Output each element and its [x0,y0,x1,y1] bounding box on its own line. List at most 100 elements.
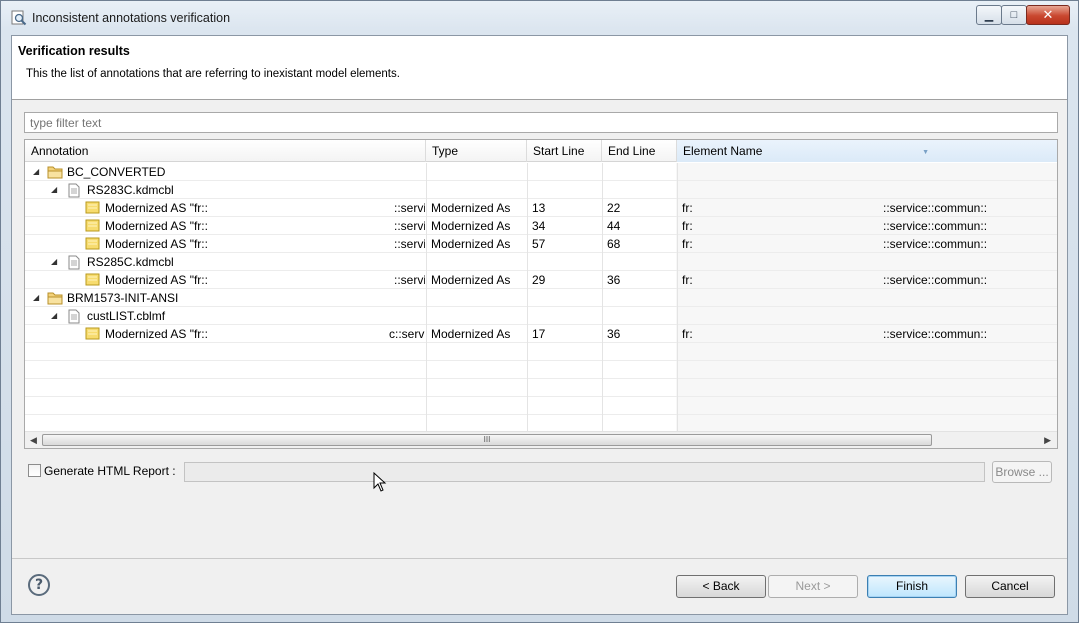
close-button[interactable]: ✕ [1026,5,1070,25]
back-button[interactable]: < Back [676,575,766,598]
type-cell: Modernized As [431,219,511,233]
table-row[interactable]: Modernized AS "fr:: c::servi Modernized As… [25,325,1057,343]
end-line-cell: 22 [607,201,621,215]
dialog-header: Verification results This the list of an… [12,36,1067,100]
file-icon [67,183,81,199]
end-line-cell: 36 [607,327,621,341]
generate-report-checkbox[interactable] [28,464,41,477]
finish-button[interactable]: Finish [867,575,957,598]
annotation-cell: ◢ RS283C.kdmcbl [25,181,425,199]
empty-row [25,343,1057,361]
search-icon [11,10,27,26]
minimize-button[interactable]: ▁ [976,5,1002,25]
folder-icon [47,165,63,181]
column-header-element-name[interactable]: Element Name ▼ [677,140,1057,162]
scroll-grip-icon: III [483,435,491,444]
element-name-tail: ::service::commun:: [883,273,988,287]
annotation-cell: Modernized AS "fr::::servi [25,199,425,217]
table-row[interactable]: ◢ BC_CONVERTED [25,163,1057,181]
table-row[interactable]: Modernized AS "fr::::servi Modernized As 3… [25,217,1057,235]
expand-toggle-icon[interactable]: ◢ [51,253,57,271]
element-name-cell: fr: [682,237,693,251]
table-row[interactable]: Modernized AS "fr::::servi Modernized As 2… [25,271,1057,289]
annotation-icon [85,219,100,235]
element-name-tail: ::service::commun:: [883,237,988,251]
end-line-cell: 44 [607,219,621,233]
annotation-cell: Modernized AS "fr::::servi [25,217,425,235]
empty-row [25,379,1057,397]
start-line-cell: 57 [532,237,546,251]
annotation-label: BRM1573-INIT-ANSI [67,291,179,305]
column-header-start-line[interactable]: Start Line [527,140,602,162]
column-header-annotation[interactable]: Annotation [25,140,426,162]
start-line-cell: 34 [532,219,546,233]
annotation-cell: ◢ BC_CONVERTED [25,163,425,181]
annotation-icon [85,327,100,343]
report-row: Generate HTML Report : Browse ... [28,460,1058,483]
cancel-button[interactable]: Cancel [965,575,1055,598]
filter-input[interactable] [24,112,1058,133]
next-button: Next > [768,575,858,598]
annotation-cell: ◢ custLIST.cblmf [25,307,425,325]
annotation-label: Modernized AS "fr:: [105,237,208,251]
annotation-icon [85,237,100,253]
annotation-tail: ::servi [394,273,425,287]
expand-toggle-icon[interactable]: ◢ [51,181,57,199]
dialog-body: Verification results This the list of an… [11,35,1068,615]
annotation-cell: Modernized AS "fr:: c::servi [25,325,425,343]
start-line-cell: 13 [532,201,546,215]
maximize-icon: □ [1010,9,1018,21]
annotation-tail: ::servi [394,237,425,251]
annotation-label: Modernized AS "fr:: [105,273,208,287]
table-row[interactable]: ◢ custLIST.cblmf [25,307,1057,325]
table-row[interactable]: ◢ BRM1573-INIT-ANSI [25,289,1057,307]
results-tree-table[interactable]: Annotation Type Start Line End Line Elem… [24,139,1058,449]
element-name-tail: ::service::commun:: [883,327,988,341]
annotation-cell: Modernized AS "fr::::servi [25,235,425,253]
scrollbar-thumb[interactable]: III [42,434,932,446]
annotation-cell: Modernized AS "fr::::servi [25,271,425,289]
window-title: Inconsistent annotations verification [32,11,231,25]
start-line-cell: 17 [532,327,546,341]
annotation-label: Modernized AS "fr:: [105,327,208,341]
type-cell: Modernized As [431,273,511,287]
dialog-window: Inconsistent annotations verification ▁ … [0,0,1079,623]
help-icon[interactable]: ? [28,574,50,596]
annotation-cell: ◢ BRM1573-INIT-ANSI [25,289,425,307]
column-header-end-line[interactable]: End Line [602,140,677,162]
table-row[interactable]: ◢ RS283C.kdmcbl [25,181,1057,199]
expand-toggle-icon[interactable]: ◢ [51,307,57,325]
element-name-cell: fr: [682,273,693,287]
empty-row [25,361,1057,379]
maximize-button[interactable]: □ [1001,5,1027,25]
element-name-tail: ::service::commun:: [883,219,988,233]
page-description: This the list of annotations that are re… [26,68,400,80]
annotation-label: Modernized AS "fr:: [105,201,208,215]
element-name-cell: fr: [682,219,693,233]
page-title: Verification results [18,44,130,58]
table-body: ◢ BC_CONVERTED ◢ RS283C.kdmcbl Modernized AS… [25,163,1057,433]
expand-toggle-icon[interactable]: ◢ [33,289,39,307]
scroll-right-icon[interactable]: ▶ [1044,435,1051,446]
annotation-label: Modernized AS "fr:: [105,219,208,233]
column-header-type[interactable]: Type [426,140,527,162]
minimize-icon: ▁ [984,9,994,22]
annotation-label: BC_CONVERTED [67,165,166,179]
table-row[interactable]: ◢ RS285C.kdmcbl [25,253,1057,271]
annotation-label: custLIST.cblmf [87,309,166,323]
type-cell: Modernized As [431,201,511,215]
button-bar-divider [12,558,1067,559]
table-header: Annotation Type Start Line End Line Elem… [25,140,1057,162]
element-name-cell: fr: [682,201,693,215]
table-row[interactable]: Modernized AS "fr::::servi Modernized As 1… [25,199,1057,217]
file-icon [67,309,81,325]
sort-indicator-icon: ▼ [922,149,929,156]
type-cell: Modernized As [431,327,511,341]
element-name-cell: fr: [682,327,693,341]
table-row[interactable]: Modernized AS "fr::::servi Modernized As 5… [25,235,1057,253]
title-bar: Inconsistent annotations verification ▁ … [1,1,1078,35]
horizontal-scrollbar[interactable]: ◀ III ▶ [25,431,1057,448]
scroll-left-icon[interactable]: ◀ [30,435,37,446]
expand-toggle-icon[interactable]: ◢ [33,163,39,181]
annotation-icon [85,273,100,289]
